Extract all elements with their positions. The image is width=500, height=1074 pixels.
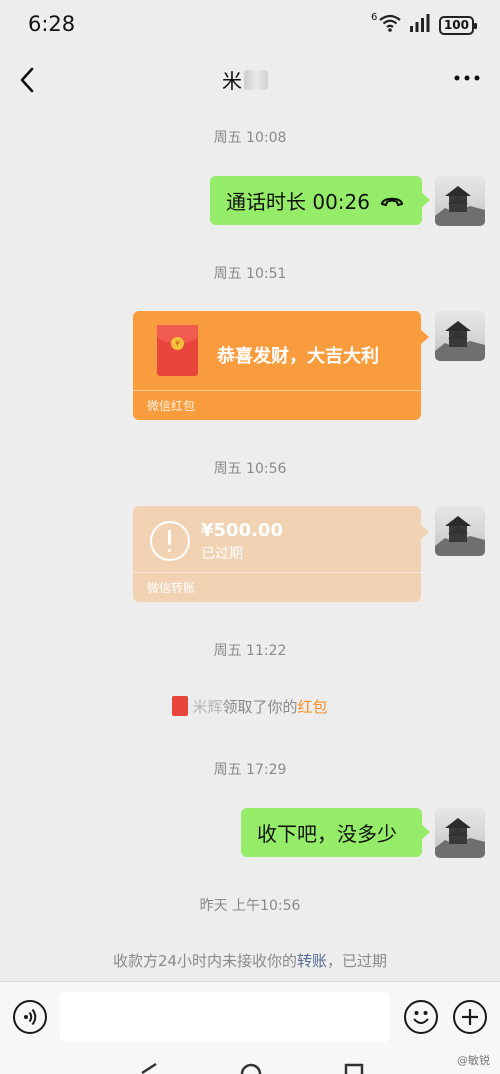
battery-icon: 100	[438, 15, 478, 35]
avatar[interactable]	[435, 311, 485, 361]
message-input[interactable]	[60, 992, 390, 1042]
red-packet-footer: 微信红包	[133, 390, 421, 420]
system-expire-tail: ，已过期	[327, 952, 388, 970]
timestamp: 周五 10:56	[213, 461, 287, 477]
voice-button[interactable]	[13, 1000, 47, 1034]
system-message-claim: 米辉领取了你的红包	[0, 696, 500, 717]
timestamp: 周五 10:08	[213, 130, 287, 146]
claimer-name: 米辉	[192, 698, 223, 716]
text-message-bubble[interactable]: 收下吧，没多少	[241, 808, 430, 857]
avatar[interactable]	[435, 176, 485, 226]
warning-circle-icon	[150, 521, 190, 561]
transfer-amount: ¥500.00	[201, 520, 283, 541]
chat-title: 米	[222, 65, 268, 94]
transfer-link[interactable]: 转账	[297, 952, 327, 970]
voice-icon	[24, 1008, 37, 1026]
nav-home-icon[interactable]	[240, 1063, 262, 1074]
transfer-footer: 微信转账	[133, 572, 421, 602]
timestamp: 周五 11:22	[213, 643, 287, 659]
nav-recents-icon[interactable]	[344, 1063, 364, 1074]
emoji-icon	[413, 1011, 429, 1024]
plus-icon	[462, 1009, 478, 1025]
timestamp: 周五 17:29	[213, 762, 287, 778]
nav-back-icon[interactable]	[138, 1063, 158, 1074]
system-claim-text: 领取了你的	[222, 698, 298, 716]
status-time: 6:28	[28, 12, 76, 36]
call-duration-text: 通话时长 00:26	[226, 190, 370, 214]
avatar[interactable]	[435, 506, 485, 556]
timestamp: 周五 10:51	[213, 266, 287, 282]
status-bar: 6:28 6 100	[0, 0, 500, 50]
back-button[interactable]	[16, 64, 44, 96]
message-text: 收下吧，没多少	[257, 822, 397, 846]
name-mosaic	[244, 69, 268, 90]
watermark: @敏锐	[457, 1054, 490, 1067]
plus-button[interactable]	[453, 1000, 487, 1034]
red-packet-link[interactable]: 红包	[298, 698, 328, 716]
system-message-expire: 收款方24小时内未接收你的转账，已过期	[0, 950, 500, 971]
transfer-status: 已过期	[201, 546, 243, 562]
emoji-button[interactable]	[404, 1000, 438, 1034]
more-button[interactable]	[454, 64, 480, 89]
red-packet-small-icon	[172, 696, 189, 716]
call-record-bubble[interactable]: 通话时长 00:26	[210, 176, 430, 225]
transfer-card[interactable]: ¥500.00 已过期 微信转账	[133, 506, 429, 602]
network-type: 6	[370, 12, 378, 23]
wifi-icon: 6	[371, 12, 401, 36]
status-icons: 6 100	[371, 12, 478, 36]
timestamp: 昨天 上午10:56	[199, 898, 301, 914]
contact-name: 米	[222, 69, 242, 93]
chat-header: 米	[0, 50, 500, 110]
input-bar	[0, 981, 500, 1051]
system-expire-text: 收款方24小时内未接收你的	[112, 952, 298, 970]
signal-icon	[409, 14, 431, 36]
red-packet-wish: 恭喜发财，大吉大利	[217, 346, 379, 367]
more-icon	[454, 75, 480, 81]
phone-hangup-icon	[381, 197, 403, 206]
red-packet-icon: ¥	[157, 325, 198, 376]
avatar[interactable]	[435, 808, 485, 858]
system-nav-bar	[0, 1051, 500, 1074]
back-arrow-icon	[20, 67, 34, 93]
red-packet-card[interactable]: ¥ 恭喜发财，大吉大利 微信红包	[133, 311, 429, 420]
